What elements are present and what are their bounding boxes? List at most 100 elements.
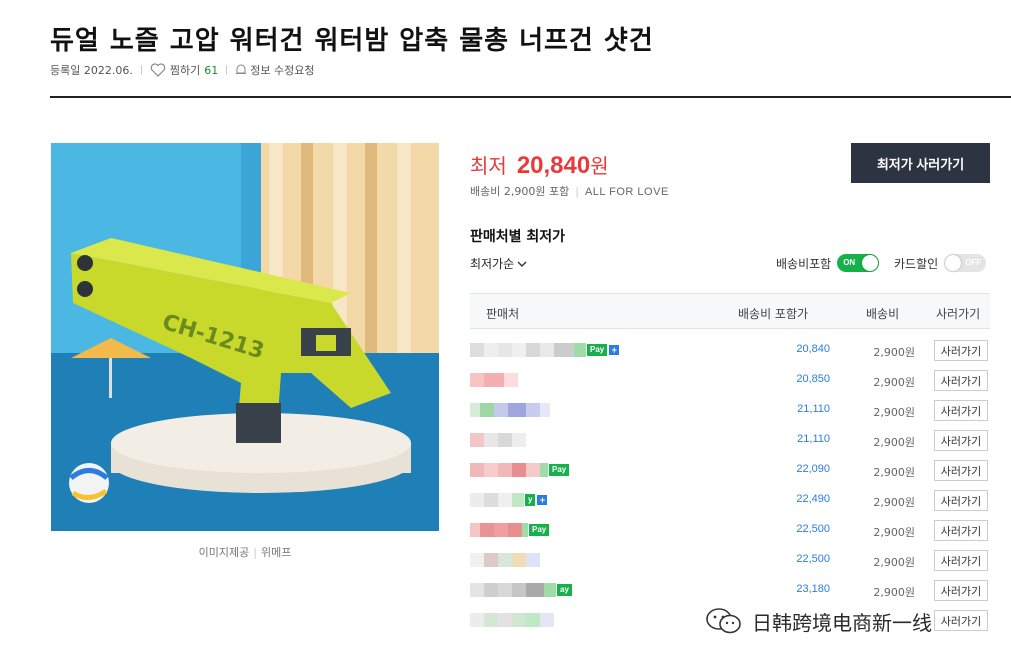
chevron-down-icon (517, 261, 527, 267)
col-price-with-ship: 배송비 포함가 (738, 307, 809, 321)
toggle-knob (862, 255, 879, 271)
table-row[interactable]: 21,110 2,900원 사러가기 (470, 395, 990, 425)
bell-icon (236, 64, 247, 74)
row-buy-button[interactable]: 사러가기 (934, 520, 988, 541)
card-toggle[interactable]: OFF (944, 254, 987, 272)
row-ship: 2,900원 (873, 586, 915, 599)
pay-badge: Pay (549, 464, 570, 476)
shipping-toggle[interactable]: ON (837, 254, 880, 272)
row-buy-button[interactable]: 사러가기 (934, 400, 988, 421)
seller-name-blurred (470, 430, 526, 450)
row-price[interactable]: 21,110 (797, 433, 830, 445)
sort-label: 최저가순 (470, 257, 515, 271)
row-buy-button[interactable]: 사러가기 (934, 430, 988, 451)
row-buy-button[interactable]: 사러가기 (934, 460, 988, 481)
row-ship: 2,900원 (873, 556, 915, 569)
seller-name-blurred: Pay (470, 520, 550, 540)
row-price[interactable]: 22,500 (796, 553, 830, 565)
row-ship: 2,900원 (873, 466, 915, 479)
divider (140, 65, 142, 75)
seller-section-title: 판매처별 최저가 (470, 229, 566, 245)
image-credit-label: 이미지제공 (198, 546, 250, 559)
shipping-included: 배송비 2,900원 포함 (470, 185, 570, 198)
card-toggle-label: 카드할인 (894, 256, 939, 271)
edit-request-link[interactable]: 정보 수정요청 (235, 62, 314, 78)
mall-name[interactable]: ALL FOR LOVE (585, 186, 669, 198)
product-image[interactable]: CH-1213 (51, 143, 439, 531)
pay-badge: y (525, 494, 536, 506)
row-buy-button[interactable]: 사러가기 (934, 370, 988, 391)
watermark-text: 日韩跨境电商新一线 (752, 610, 932, 635)
shipping-toggle-group: 배송비포함 ON (776, 254, 880, 272)
pay-badge: Pay (587, 344, 608, 356)
row-buy-button[interactable]: 사러가기 (934, 490, 988, 511)
lowest-price-label: 최저 (470, 154, 507, 178)
seller-name-blurred: Pay + (470, 340, 620, 360)
row-price[interactable]: 22,090 (796, 463, 830, 475)
seller-name-blurred (470, 400, 550, 420)
row-price[interactable]: 20,850 (796, 373, 830, 385)
row-ship: 2,900원 (873, 526, 915, 539)
row-ship: 2,900원 (873, 436, 915, 449)
product-title: 듀얼 노즐 고압 워터건 워터밤 압축 물총 너프건 샷건 (50, 26, 654, 56)
lowest-price: 최저 20,840원 (470, 150, 609, 180)
col-ship: 배송비 (866, 307, 900, 321)
lowest-price-value: 20,840 (516, 152, 591, 179)
registered-date: 등록일 2022.06. (50, 64, 133, 77)
row-ship: 2,900원 (873, 496, 915, 509)
table-row[interactable]: 22,500 2,900원 사러가기 (470, 545, 990, 575)
image-credit: 이미지제공 | 위메프 (198, 546, 292, 559)
seller-name-blurred (470, 550, 540, 570)
edit-request-label: 정보 수정요청 (250, 64, 315, 77)
row-price[interactable]: 23,180 (796, 583, 830, 595)
row-price[interactable]: 22,490 (796, 493, 830, 505)
seller-name-blurred (470, 610, 554, 630)
toggle-state: OFF (965, 258, 982, 267)
row-ship: 2,900원 (873, 376, 915, 389)
shipping-toggle-label: 배송비포함 (776, 256, 832, 271)
row-buy-button[interactable]: 사러가기 (934, 580, 988, 601)
shipping-info: 배송비 2,900원 포함 | ALL FOR LOVE (470, 185, 669, 198)
table-row[interactable]: Pay 22,090 2,900원 사러가기 (470, 455, 990, 485)
heart-icon (150, 63, 166, 77)
table-row[interactable]: 21,110 2,900원 사러가기 (470, 425, 990, 455)
plus-badge: + (609, 345, 620, 355)
col-seller: 판매처 (486, 307, 520, 321)
row-ship: 2,900원 (873, 346, 915, 359)
row-ship: 2,900원 (873, 406, 915, 419)
table-row[interactable]: 20,850 2,900원 사러가기 (470, 365, 990, 395)
toggle-knob (945, 255, 962, 271)
watermark: 日韩跨境电商新一线 (704, 606, 932, 636)
divider (226, 65, 228, 75)
seller-name-blurred: ay (470, 580, 572, 600)
zzim-label: 찜하기 (169, 64, 201, 77)
row-price[interactable]: 21,110 (797, 403, 830, 415)
row-buy-button[interactable]: 사러가기 (934, 340, 988, 361)
table-row[interactable]: Pay + 20,840 2,900원 사러가기 (470, 335, 990, 365)
row-buy-button[interactable]: 사러가기 (934, 550, 988, 571)
zzim-button[interactable]: 찜하기 61 (150, 62, 218, 78)
seller-table-header: 판매처 배송비 포함가 배송비 사러가기 (470, 293, 990, 329)
pay-badge: ay (557, 584, 572, 596)
col-buy: 사러가기 (936, 307, 981, 321)
sort-dropdown[interactable]: 최저가순 (470, 255, 527, 272)
row-price[interactable]: 20,840 (796, 343, 830, 355)
pay-badge: Pay (529, 524, 550, 536)
table-row[interactable]: ay 23,180 2,900원 사러가기 (470, 575, 990, 605)
table-row[interactable]: y + 22,490 2,900원 사러가기 (470, 485, 990, 515)
image-credit-source: 위메프 (260, 546, 292, 559)
lowest-price-buy-button[interactable]: 최저가 사러가기 (851, 143, 990, 183)
water-gun-illustration: CH-1213 (51, 143, 439, 531)
header-divider (50, 96, 1011, 98)
seller-table: Pay + 20,840 2,900원 사러가기 20,850 2,900원 사러… (470, 335, 990, 635)
product-meta: 등록일 2022.06. 찜하기 61 정보 수정요청 (50, 62, 314, 78)
table-row[interactable]: Pay 22,500 2,900원 사러가기 (470, 515, 990, 545)
price-unit: 원 (590, 154, 609, 178)
card-toggle-group: 카드할인 OFF (894, 254, 987, 272)
seller-name-blurred (470, 370, 518, 390)
row-price[interactable]: 22,500 (796, 523, 830, 535)
zzim-count: 61 (204, 63, 219, 77)
toggle-state: ON (843, 258, 856, 267)
row-buy-button[interactable]: 사러가기 (934, 610, 988, 631)
seller-name-blurred: y + (470, 490, 548, 510)
